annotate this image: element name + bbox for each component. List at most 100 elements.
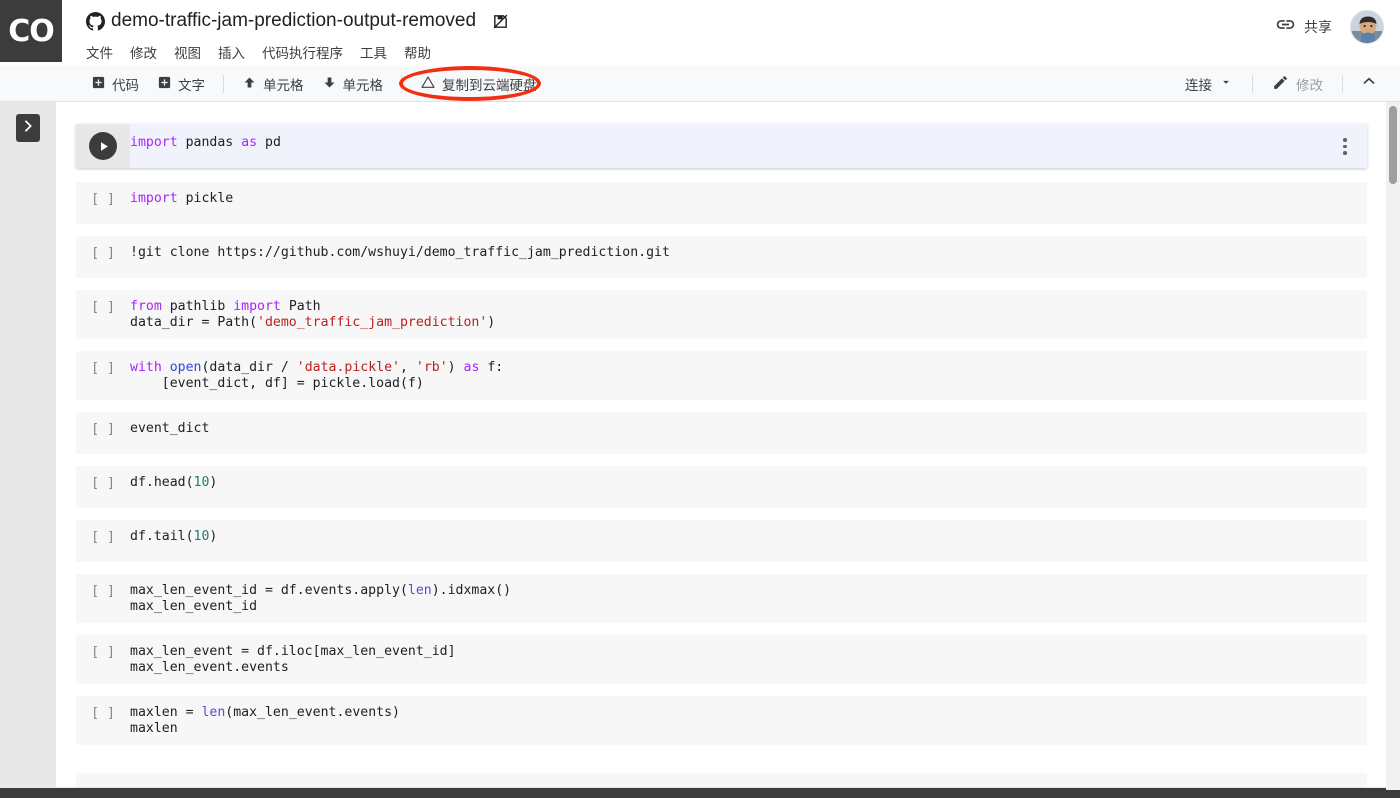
vertical-scrollbar[interactable]: [1386, 102, 1400, 790]
cell-execution-count[interactable]: [ ]: [76, 290, 130, 339]
github-icon: [86, 11, 105, 31]
cell-source[interactable]: maxlen = len(max_len_event.events) maxlen: [130, 696, 1367, 745]
code-line: max_len_event_id = df.events.apply(len).…: [130, 583, 1367, 599]
code-line: import pandas as pd: [130, 135, 1367, 151]
notebook-cell[interactable]: [ ] event_dict: [76, 412, 1367, 454]
page-title[interactable]: demo-traffic-jam-prediction-output-remov…: [111, 10, 476, 32]
scrollbar-thumb[interactable]: [1389, 106, 1397, 184]
notebook-cell[interactable]: [ ] with open(data_dir / 'data.pickle', '…: [76, 351, 1367, 400]
cell-source[interactable]: event_dict: [130, 412, 1367, 454]
code-line: df.head(10): [130, 475, 1367, 491]
code-line: max_len_event = df.iloc[max_len_event_id…: [130, 644, 1367, 660]
cell-options-menu-icon[interactable]: [1337, 138, 1353, 155]
toolbar-right-group: 连接 修改: [1175, 68, 1400, 99]
menu-runtime[interactable]: 代码执行程序: [262, 41, 343, 63]
cell-source[interactable]: max_len_event_id = df.events.apply(len).…: [130, 574, 1367, 623]
cell-source[interactable]: !git clone https://github.com/wshuyi/dem…: [130, 236, 1367, 278]
menu-insert[interactable]: 插入: [218, 41, 245, 63]
chevron-right-icon: [20, 118, 36, 139]
header-right: 共享: [1269, 0, 1400, 44]
cell-source[interactable]: df.head(10): [130, 466, 1367, 508]
notebook-cell[interactable]: [ ] df.tail(10): [76, 520, 1367, 562]
toolbar-divider: [1252, 74, 1253, 93]
menu-file[interactable]: 文件: [86, 41, 113, 63]
code-token: from: [130, 299, 162, 314]
user-avatar[interactable]: [1350, 10, 1384, 44]
add-box-icon: [157, 75, 172, 93]
cell-source[interactable]: import pickle: [130, 182, 1367, 224]
run-cell-button[interactable]: [89, 132, 117, 160]
cell-source[interactable]: import pandas as pd: [130, 124, 1367, 168]
add-text-cell-label: 文字: [178, 77, 205, 93]
cell-execution-count[interactable]: [ ]: [76, 635, 130, 684]
notebook-pane[interactable]: import pandas as pd[ ] import pickle[ ] !g…: [56, 102, 1387, 787]
chevron-down-icon: [1219, 75, 1233, 92]
notebook-cell[interactable]: [ ] max_len_event = df.iloc[max_len_event…: [76, 635, 1367, 684]
code-token: maxlen: [130, 720, 178, 736]
colab-logo-text: CO: [8, 13, 55, 49]
link-icon: [1275, 14, 1296, 40]
connect-button[interactable]: 连接: [1175, 70, 1243, 98]
header-main: demo-traffic-jam-prediction-output-remov…: [62, 0, 1269, 64]
code-token: import: [130, 191, 178, 206]
cell-execution-count[interactable]: [ ]: [76, 351, 130, 400]
cell-execution-count[interactable]: [ ]: [76, 182, 130, 224]
notebook-cell[interactable]: import pandas as pd: [76, 124, 1367, 168]
menu-view[interactable]: 视图: [174, 41, 201, 63]
menu-help[interactable]: 帮助: [404, 41, 431, 63]
cell-execution-count[interactable]: [ ]: [76, 696, 130, 745]
notebook-cell[interactable]: [ ] max_len_event_id = df.events.apply(le…: [76, 574, 1367, 623]
cell-run-gutter[interactable]: [76, 124, 130, 168]
code-line: maxlen = len(max_len_event.events): [130, 705, 1367, 721]
cell-execution-count[interactable]: [ ]: [76, 466, 130, 508]
notebook-cell[interactable]: [ ] maxlen = len(max_len_event.events) max…: [76, 696, 1367, 745]
code-token: max_len_event_id: [130, 598, 258, 614]
code-token: ): [447, 360, 464, 375]
code-token: max_len_event_id = df.events.apply(: [130, 583, 408, 598]
toolbar-divider: [1342, 74, 1343, 93]
menu-edit[interactable]: 修改: [130, 41, 157, 63]
notebook-cell[interactable]: [ ] df.head(10): [76, 466, 1367, 508]
workspace: import pandas as pd[ ] import pickle[ ] !g…: [0, 102, 1400, 798]
edit-button[interactable]: 修改: [1262, 70, 1333, 98]
cell-source[interactable]: with open(data_dir / 'data.pickle', 'rb'…: [130, 351, 1367, 400]
cell-source[interactable]: df.tail(10): [130, 520, 1367, 562]
add-text-cell-button[interactable]: 文字: [148, 71, 214, 97]
share-label: 共享: [1304, 19, 1332, 35]
code-token: !git clone https://github.com/wshuyi/dem…: [130, 245, 670, 260]
code-token: 'rb': [415, 360, 448, 375]
cell-partial-below-fold[interactable]: [76, 773, 1367, 787]
sidebar-toggle-button[interactable]: [16, 114, 40, 142]
cell-execution-count[interactable]: [ ]: [76, 412, 130, 454]
cell-execution-count[interactable]: [ ]: [76, 520, 130, 562]
menu-tools[interactable]: 工具: [360, 41, 387, 63]
save-disabled-icon: [492, 13, 509, 30]
cell-execution-count[interactable]: [ ]: [76, 236, 130, 278]
copy-to-drive-button[interactable]: 复制到云端硬盘: [411, 71, 546, 97]
colab-logo[interactable]: CO: [0, 0, 62, 62]
code-line: with open(data_dir / 'data.pickle', 'rb'…: [130, 360, 1367, 376]
share-button[interactable]: 共享: [1269, 10, 1338, 44]
cell-execution-count[interactable]: [ ]: [76, 574, 130, 623]
code-line: !git clone https://github.com/wshuyi/dem…: [130, 245, 1367, 261]
code-token: Path: [280, 299, 321, 314]
code-token: open: [169, 360, 202, 375]
code-token: ): [487, 314, 496, 330]
code-token: ): [209, 475, 218, 490]
google-drive-icon: [420, 74, 436, 93]
move-cell-down-button[interactable]: 单元格: [313, 71, 393, 97]
connect-label: 连接: [1185, 77, 1212, 93]
cell-source[interactable]: max_len_event = df.iloc[max_len_event_id…: [130, 635, 1367, 684]
notebook-cell[interactable]: [ ] import pickle: [76, 182, 1367, 224]
bottom-status-bar: [0, 788, 1400, 798]
cell-list: import pandas as pd[ ] import pickle[ ] !g…: [56, 102, 1387, 757]
cell-source[interactable]: from pathlib import Path data_dir = Path(…: [130, 290, 1367, 339]
move-cell-up-button[interactable]: 单元格: [233, 71, 313, 97]
notebook-cell[interactable]: [ ] !git clone https://github.com/wshuyi/…: [76, 236, 1367, 278]
code-token: maxlen =: [130, 705, 202, 720]
code-token: pd: [257, 135, 281, 150]
collapse-toolbar-button[interactable]: [1352, 68, 1386, 99]
notebook-cell[interactable]: [ ] from pathlib import Path data_dir = Pa…: [76, 290, 1367, 339]
add-code-cell-button[interactable]: 代码: [82, 71, 148, 97]
code-line: import pickle: [130, 191, 1367, 207]
